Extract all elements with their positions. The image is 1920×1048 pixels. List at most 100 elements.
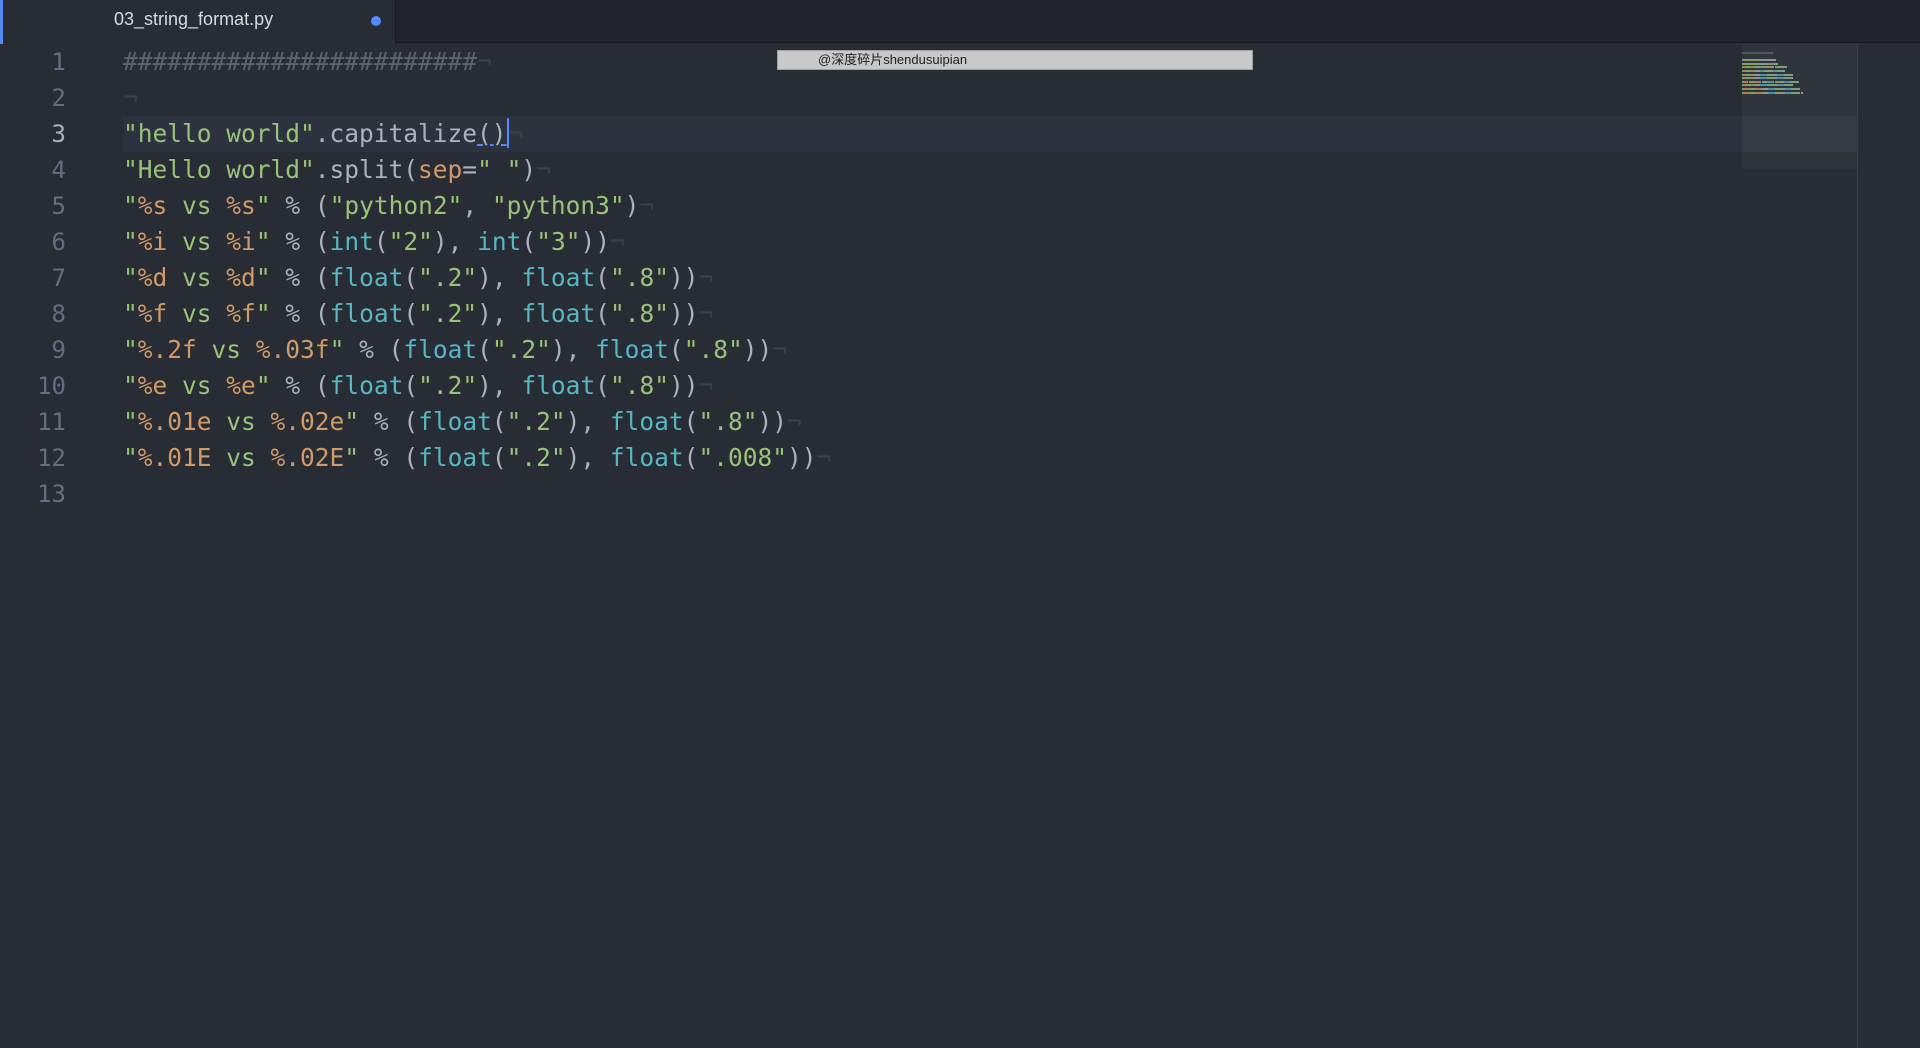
tab-title: 03_string_format.py bbox=[114, 9, 274, 29]
code-area[interactable]: ########################¬ ¬ "hello world".… bbox=[123, 44, 1865, 1048]
code-token: vs bbox=[167, 227, 227, 256]
code-line[interactable]: "%s vs %s" % ("python2", "python3")¬ bbox=[123, 188, 654, 224]
code-token: )) bbox=[580, 227, 610, 256]
code-token: ".8" bbox=[609, 371, 669, 400]
code-token: )) bbox=[742, 335, 773, 364]
code-line[interactable]: "%d vs %d" % (float(".2"), float(".8"))¬ bbox=[123, 260, 713, 296]
code-line[interactable]: "hello world".capitalize()¬ bbox=[123, 116, 523, 152]
code-token: ".2" bbox=[491, 335, 551, 364]
code-line[interactable]: "%.01E vs %.02E" % (float(".2"), float("… bbox=[123, 440, 831, 476]
code-line[interactable]: "%e vs %e" % (float(".2"), float(".8"))¬ bbox=[123, 368, 713, 404]
tab-03-string-format[interactable]: 03_string_format.py bbox=[0, 0, 396, 44]
code-line[interactable]: "Hello world".split(sep=" ")¬ bbox=[123, 152, 551, 188]
code-token: float bbox=[609, 407, 684, 436]
code-token: %s bbox=[226, 191, 256, 220]
code-token: " bbox=[344, 443, 360, 472]
minimap-token bbox=[1800, 91, 1804, 94]
code-token: ".2" bbox=[506, 443, 566, 472]
code-token: " bbox=[123, 191, 138, 220]
code-token: .split( bbox=[314, 155, 419, 184]
minimap-token bbox=[1758, 59, 1774, 62]
code-line[interactable]: ¬ bbox=[123, 80, 138, 116]
code-token: ######################## bbox=[123, 47, 478, 76]
scrollbar-track[interactable] bbox=[1858, 44, 1920, 1048]
line-number[interactable]: 8 bbox=[6, 296, 66, 332]
minimap-token bbox=[1782, 70, 1785, 72]
code-token: ( bbox=[373, 227, 389, 256]
code-token: vs bbox=[196, 335, 256, 364]
line-number[interactable]: 2 bbox=[6, 80, 66, 116]
code-line[interactable]: "%f vs %f" % (float(".2"), float(".8"))¬ bbox=[123, 296, 713, 332]
code-token: ), bbox=[477, 263, 522, 292]
end-of-line-marker: ¬ bbox=[536, 155, 551, 184]
code-token: , bbox=[462, 191, 492, 220]
code-token: float bbox=[595, 335, 669, 364]
line-number[interactable]: 3 bbox=[6, 116, 66, 152]
code-token: () bbox=[477, 119, 507, 148]
code-token: )) bbox=[668, 371, 699, 400]
code-token: ( bbox=[491, 443, 507, 472]
code-token: ( bbox=[491, 407, 507, 436]
code-token: float bbox=[403, 335, 478, 364]
code-token: ), bbox=[565, 443, 610, 472]
line-number[interactable]: 5 bbox=[6, 188, 66, 224]
code-token: vs bbox=[167, 263, 227, 292]
code-token: ".2" bbox=[418, 299, 478, 328]
code-token: sep bbox=[418, 155, 463, 184]
text-editor[interactable]: 1 2 3 4 5 6 7 8 9 10 11 12 13 ######################… bbox=[0, 44, 1920, 1048]
line-number[interactable]: 9 bbox=[6, 332, 66, 368]
line-number[interactable]: 10 bbox=[6, 368, 66, 404]
line-number[interactable]: 13 bbox=[6, 476, 66, 512]
end-of-line-marker: ¬ bbox=[609, 227, 625, 256]
code-token: float bbox=[329, 299, 404, 328]
code-line[interactable]: "%.2f vs %.03f" % (float(".2"), float(".… bbox=[123, 332, 787, 368]
minimap-token bbox=[1797, 88, 1801, 90]
line-number[interactable]: 7 bbox=[6, 260, 66, 296]
code-token: ), bbox=[550, 335, 596, 364]
code-token: ( bbox=[403, 299, 419, 328]
code-token: ( bbox=[477, 335, 492, 364]
code-token: )) bbox=[786, 443, 817, 472]
code-token: ".8" bbox=[609, 299, 669, 328]
code-token: % ( bbox=[270, 191, 330, 220]
code-token: % ( bbox=[270, 263, 330, 292]
end-of-line-marker: ¬ bbox=[786, 407, 802, 436]
minimap-token bbox=[1774, 66, 1787, 69]
line-number[interactable]: 12 bbox=[6, 440, 66, 476]
code-token: ( bbox=[683, 443, 699, 472]
code-token: %d bbox=[137, 263, 168, 292]
code-token: " bbox=[255, 371, 271, 400]
line-number-gutter[interactable]: 1 2 3 4 5 6 7 8 9 10 11 12 13 bbox=[0, 44, 100, 1048]
code-token: " bbox=[123, 407, 138, 436]
line-number[interactable]: 6 bbox=[6, 224, 66, 260]
end-of-line-marker: ¬ bbox=[639, 191, 655, 220]
code-token: %.01E bbox=[137, 443, 212, 472]
code-token: % ( bbox=[359, 407, 419, 436]
code-token: float bbox=[418, 443, 492, 472]
code-token: ), bbox=[432, 227, 478, 256]
end-of-line-marker: ¬ bbox=[508, 119, 524, 148]
code-token: vs bbox=[211, 407, 271, 436]
code-line[interactable]: ########################¬ bbox=[123, 44, 492, 80]
code-token: %e bbox=[137, 371, 168, 400]
minimap[interactable] bbox=[1742, 44, 1858, 169]
code-token: ( bbox=[595, 263, 610, 292]
code-token: %d bbox=[226, 263, 256, 292]
tab-bar: 03_string_format.py bbox=[0, 0, 1920, 44]
minimap-token bbox=[1790, 84, 1793, 87]
end-of-line-marker: ¬ bbox=[123, 83, 138, 112]
code-token: %.03f bbox=[255, 335, 330, 364]
minimap-token bbox=[1790, 73, 1793, 76]
line-number[interactable]: 1 bbox=[6, 44, 66, 80]
code-token: % ( bbox=[270, 299, 330, 328]
code-line[interactable]: "%.01e vs %.02e" % (float(".2"), float("… bbox=[123, 404, 802, 440]
line-number[interactable]: 4 bbox=[6, 152, 66, 188]
code-line[interactable]: "%i vs %i" % (int("2"), int("3"))¬ bbox=[123, 224, 625, 260]
line-number[interactable]: 11 bbox=[6, 404, 66, 440]
minimap-token bbox=[1792, 91, 1801, 94]
end-of-line-marker: ¬ bbox=[772, 335, 787, 364]
code-token: ( bbox=[403, 263, 419, 292]
code-token: " bbox=[255, 299, 271, 328]
code-token: ".2" bbox=[418, 263, 478, 292]
code-token: ".2" bbox=[418, 371, 478, 400]
